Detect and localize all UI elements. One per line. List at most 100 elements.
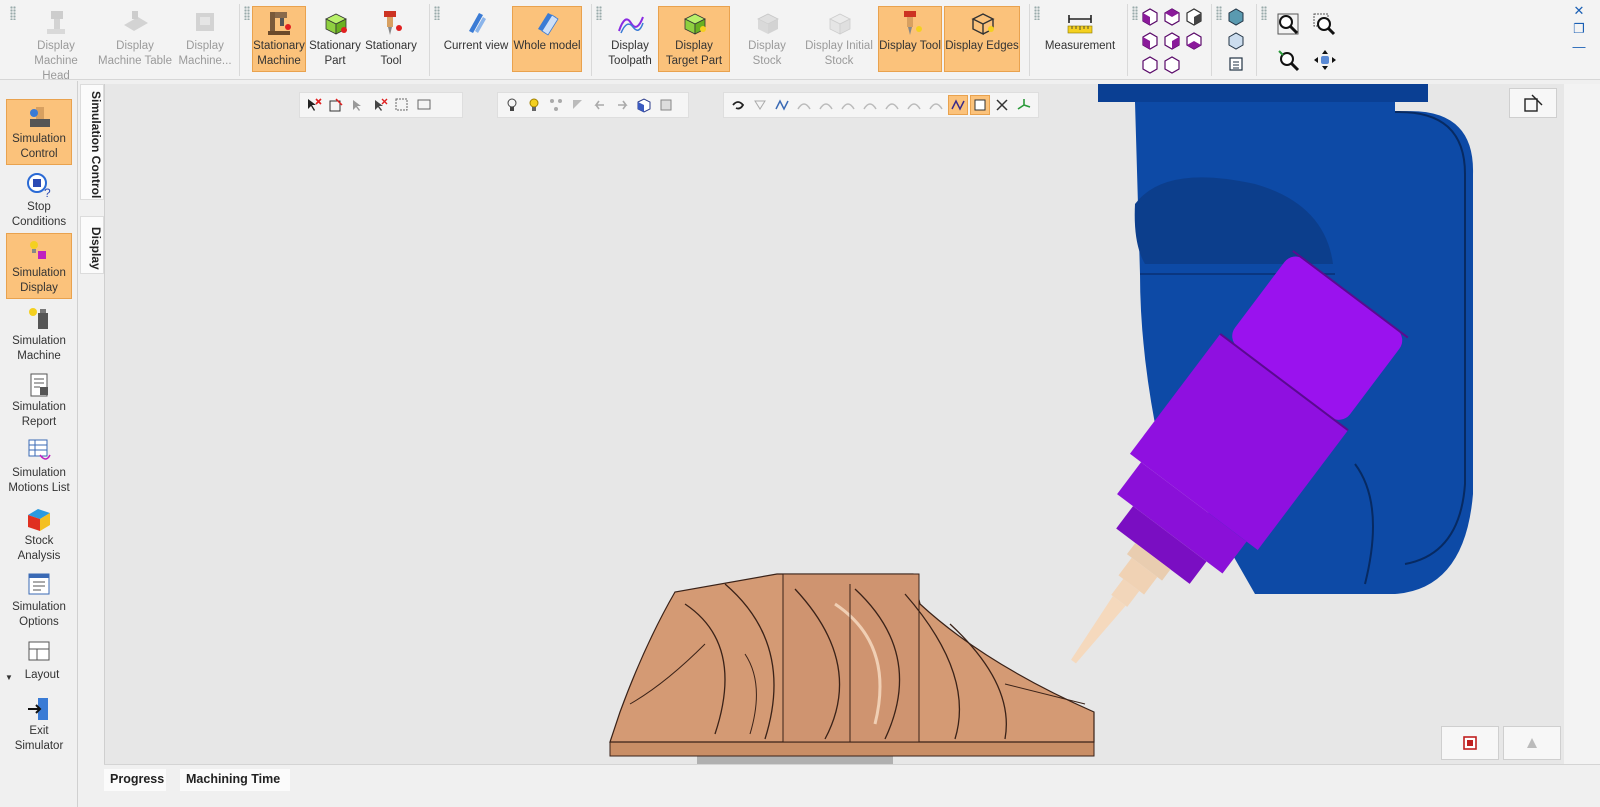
measurement-button[interactable]: Measurement	[1042, 6, 1118, 72]
show-stock-path-icon[interactable]	[970, 95, 990, 115]
view-iso-top-icon[interactable]	[1162, 6, 1182, 26]
simulation-options-button[interactable]: Simulation Options	[6, 567, 72, 631]
tab-machining-time[interactable]: Machining Time	[180, 769, 290, 791]
move-icon[interactable]	[568, 95, 588, 115]
viewport-options-button[interactable]	[1509, 88, 1557, 118]
stationary-tool-button[interactable]: Stationary Tool	[364, 6, 418, 72]
view-front-icon[interactable]	[1140, 30, 1160, 50]
toolbar-grip[interactable]	[10, 6, 16, 20]
toolbar-grip[interactable]	[244, 6, 250, 20]
step-1-icon[interactable]	[794, 95, 814, 115]
view-right-icon[interactable]	[1162, 54, 1182, 74]
stationary-machine-button[interactable]: Stationary Machine	[252, 6, 306, 72]
view-iso-right-icon[interactable]	[1184, 6, 1204, 26]
display-initial-stock-button[interactable]: Display Initial Stock	[804, 6, 874, 72]
simulation-machine-button[interactable]: Simulation Machine	[6, 301, 72, 365]
stock-analysis-button[interactable]: Stock Analysis	[6, 501, 72, 565]
undo-icon[interactable]	[728, 95, 748, 115]
simulation-machine-icon	[29, 308, 48, 329]
whole-model-button[interactable]: Whole model	[512, 6, 582, 72]
simulation-control-icon	[30, 107, 50, 127]
exit-simulator-button[interactable]: Exit Simulator	[3, 691, 75, 752]
stop-conditions-button[interactable]: ? Stop Conditions	[6, 167, 72, 231]
group-separator	[1029, 4, 1030, 76]
zoom-window-icon[interactable]	[1312, 12, 1336, 36]
simulation-control-button[interactable]: Simulation Control	[6, 99, 72, 165]
simulation-report-button[interactable]: Simulation Report	[6, 367, 72, 431]
machine-table-icon	[124, 11, 148, 31]
toolpath-link-icon[interactable]	[772, 95, 792, 115]
collision-icon[interactable]	[992, 95, 1012, 115]
3d-viewport[interactable]	[104, 84, 1564, 764]
pan-icon[interactable]	[1312, 48, 1338, 72]
simulation-display-button[interactable]: Simulation Display	[6, 233, 72, 299]
restore-icon[interactable]: ❐	[1572, 22, 1586, 36]
stationary-part-button[interactable]: Stationary Part	[308, 6, 362, 72]
display-machine-head-button[interactable]: Display Machine Head	[18, 6, 94, 82]
group-separator	[591, 4, 592, 76]
step-5-icon[interactable]	[882, 95, 902, 115]
window-controls: ✕ ❐ —	[1570, 2, 1592, 58]
hidden-lines-icon[interactable]	[1226, 54, 1246, 74]
view-back-icon[interactable]	[1162, 30, 1182, 50]
step-7-icon[interactable]	[926, 95, 946, 115]
region-select-icon[interactable]	[392, 95, 412, 115]
layout-button[interactable]: ▼ Layout	[5, 635, 72, 687]
pick-arrow-icon[interactable]	[348, 95, 368, 115]
toolbar-grip[interactable]	[596, 6, 602, 20]
current-view-button[interactable]: Current view	[442, 6, 510, 72]
reset-view-button[interactable]	[1503, 726, 1561, 760]
rotate-left-icon[interactable]	[590, 95, 610, 115]
close-icon[interactable]: ✕	[1572, 4, 1586, 18]
simulation-report-icon	[30, 373, 48, 397]
box-view-icon[interactable]	[634, 95, 654, 115]
zoom-in-out-icon[interactable]	[1276, 48, 1300, 72]
display-machine-table-button[interactable]: Display Machine Table	[96, 6, 174, 72]
stop-icon	[1463, 736, 1477, 750]
display-edges-button[interactable]: Display Edges	[944, 6, 1020, 72]
toolbar-grip[interactable]	[1261, 6, 1267, 20]
initial-stock-icon	[829, 13, 851, 35]
display-stock-button[interactable]: Display Stock	[732, 6, 802, 72]
display-tool-button[interactable]: Display Tool	[878, 6, 942, 72]
vertical-tab-strip: Simulation Control Display	[80, 84, 104, 284]
light-on-icon[interactable]	[524, 95, 544, 115]
filter-select-icon[interactable]	[370, 95, 390, 115]
wireframe-view-icon[interactable]	[1226, 30, 1246, 50]
toolbar-grip[interactable]	[1132, 6, 1138, 20]
stop-simulation-button[interactable]	[1441, 726, 1499, 760]
rotate-right-icon[interactable]	[612, 95, 632, 115]
step-back-icon[interactable]	[750, 95, 770, 115]
step-2-icon[interactable]	[816, 95, 836, 115]
minimize-icon[interactable]: —	[1572, 40, 1586, 54]
display-machine-button[interactable]: Display Machine...	[176, 6, 234, 72]
display-toolpath-button[interactable]: Display Toolpath	[604, 6, 656, 72]
simulation-motions-list-button[interactable]: Simulation Motions List	[6, 433, 72, 499]
view-iso-front-icon[interactable]	[1140, 6, 1160, 26]
step-6-icon[interactable]	[904, 95, 924, 115]
shaded-view-icon[interactable]	[1226, 6, 1246, 26]
display-target-part-button[interactable]: Display Target Part	[658, 6, 730, 72]
tab-simulation-control[interactable]: Simulation Control	[80, 84, 104, 200]
deselect-icon[interactable]	[304, 95, 324, 115]
view-bottom-icon[interactable]	[1184, 30, 1204, 50]
window-select-icon[interactable]	[414, 95, 434, 115]
select-box-icon[interactable]	[326, 95, 346, 115]
axes-icon[interactable]	[1014, 95, 1034, 115]
step-3-icon[interactable]	[838, 95, 858, 115]
viewport-settings-icon	[1524, 94, 1543, 112]
view-left-icon[interactable]	[1140, 54, 1160, 74]
group-separator	[1256, 4, 1257, 76]
toolbar-grip[interactable]	[1216, 6, 1222, 20]
tab-display[interactable]: Display	[80, 216, 104, 274]
light-off-icon[interactable]	[502, 95, 522, 115]
grid-nodes-icon[interactable]	[546, 95, 566, 115]
step-4-icon[interactable]	[860, 95, 880, 115]
toolbar-grip[interactable]	[1034, 6, 1040, 20]
section-view-icon[interactable]	[656, 95, 676, 115]
simulation-scene[interactable]	[105, 84, 1564, 764]
toolbar-grip[interactable]	[434, 6, 440, 20]
show-path-icon[interactable]	[948, 95, 968, 115]
tab-progress[interactable]: Progress	[104, 769, 166, 791]
zoom-fit-icon[interactable]	[1276, 12, 1300, 36]
